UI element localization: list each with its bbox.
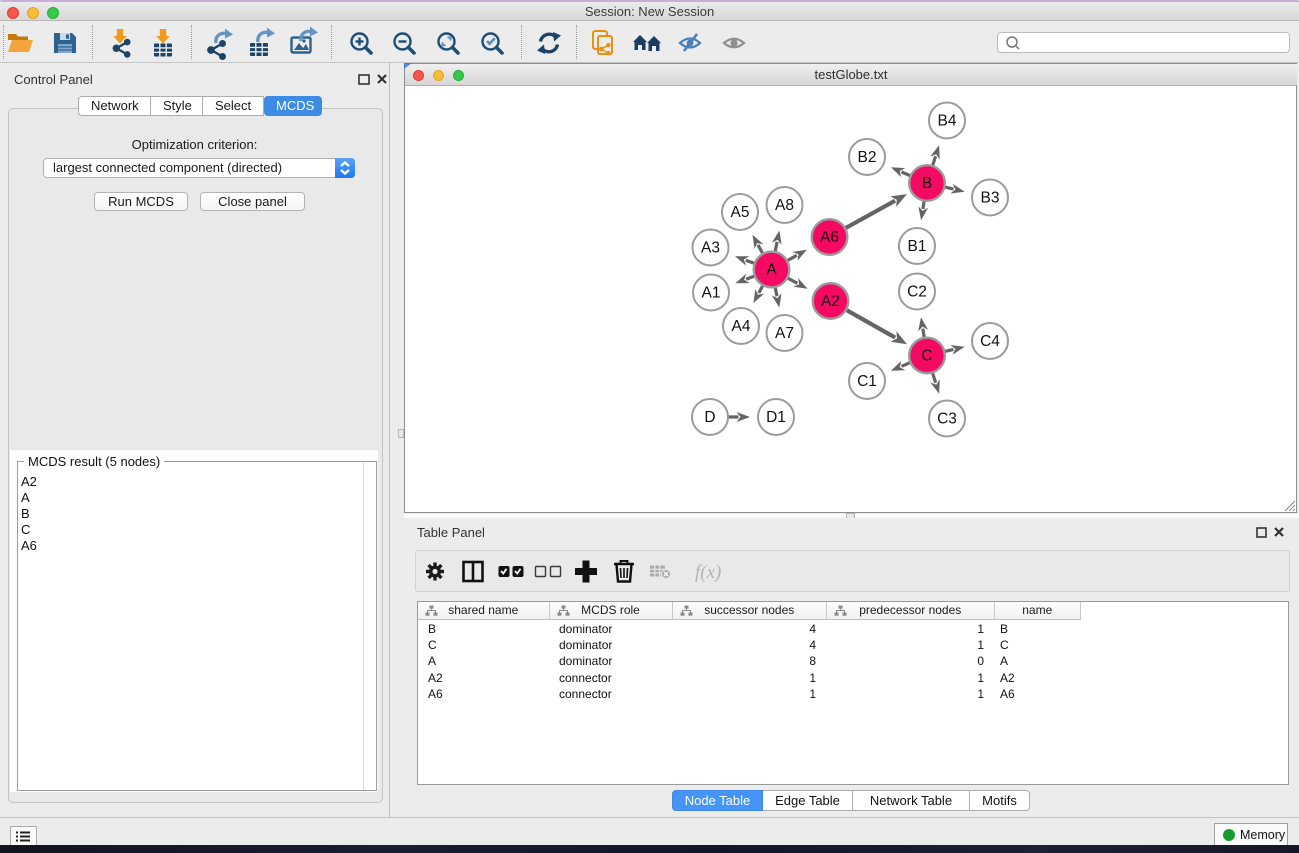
svg-text:D: D [704,409,715,426]
svg-text:f(x): f(x) [695,562,721,583]
svg-text:B3: B3 [981,190,1000,207]
svg-text:A6: A6 [820,229,839,246]
svg-text:C4: C4 [980,333,1000,350]
svg-text:A3: A3 [701,240,720,257]
svg-text:A2: A2 [821,293,840,310]
svg-text:C3: C3 [937,411,957,428]
svg-text:A1: A1 [702,285,721,302]
svg-text:C1: C1 [857,373,877,390]
svg-text:A4: A4 [732,318,751,335]
svg-text:A8: A8 [775,197,794,214]
svg-text:C2: C2 [907,284,927,301]
svg-text:C: C [921,348,932,365]
svg-text:A5: A5 [731,204,750,221]
svg-text:B2: B2 [858,149,877,166]
svg-text:A: A [766,262,777,279]
svg-text:D1: D1 [766,409,786,426]
svg-text:B4: B4 [938,113,957,130]
svg-text:B1: B1 [908,238,927,255]
svg-text:A7: A7 [775,325,794,342]
svg-text:B: B [922,175,932,192]
